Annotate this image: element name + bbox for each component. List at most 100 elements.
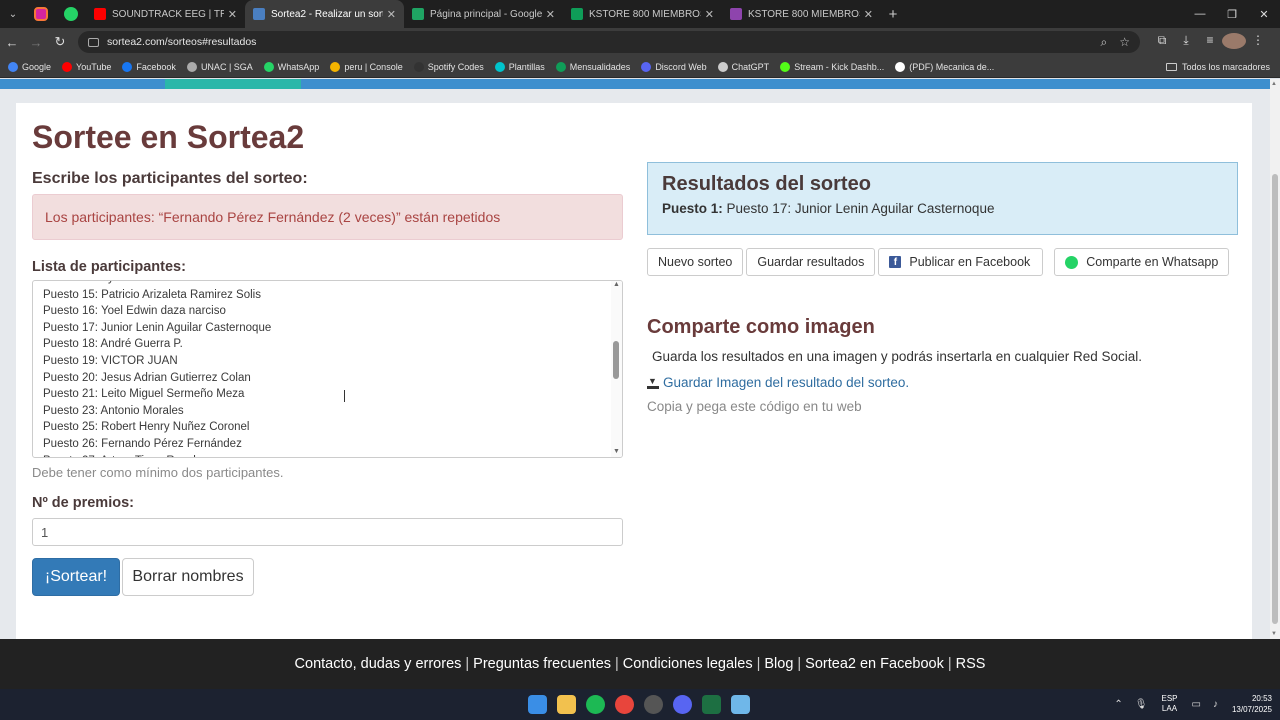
bookmark-label: YouTube [76, 61, 112, 72]
result-winner: Puesto 17: Junior Lenin Aguilar Casterno… [726, 201, 995, 216]
duplicate-alert: Los participantes: “Fernando Pérez Ferná… [32, 194, 623, 240]
spotify-icon[interactable] [586, 695, 605, 714]
bookmark-item[interactable]: Google [8, 61, 51, 72]
profile-avatar[interactable] [1222, 32, 1246, 52]
draw-button[interactable]: ¡Sortear! [32, 558, 120, 596]
notepad-icon[interactable] [731, 695, 750, 714]
footer-separator: | [465, 656, 470, 672]
tab-close-icon[interactable]: ✕ [864, 8, 873, 21]
app-icon[interactable] [644, 695, 663, 714]
address-bar[interactable]: sortea2.com/sorteos#resultados ⌕ ☆ [78, 31, 1140, 53]
network-icon[interactable]: ▭ [1192, 699, 1201, 710]
chrome-icon[interactable] [615, 695, 634, 714]
media-icon[interactable]: ≡ [1198, 33, 1222, 52]
reload-icon[interactable]: ↻ [48, 34, 72, 50]
show-hidden-icon[interactable]: ⌃ [1114, 699, 1122, 710]
new-tab-button[interactable]: + [881, 6, 905, 23]
publish-facebook-label: Publicar en Facebook [909, 255, 1031, 269]
participants-list-label: Lista de participantes: [32, 259, 186, 275]
bookmark-item[interactable]: UNAC | SGA [186, 61, 253, 72]
page-scroll-thumb[interactable] [1272, 174, 1278, 624]
bookmark-item[interactable]: Plantillas [494, 61, 545, 72]
pinned-tab-whatsapp[interactable] [56, 0, 86, 28]
footer-link[interactable]: Preguntas frecuentes [473, 656, 611, 672]
close-window-icon[interactable]: ✕ [1248, 0, 1280, 28]
footer-link[interactable]: Sortea2 en Facebook [805, 656, 944, 672]
file-explorer-icon[interactable] [557, 695, 576, 714]
volume-icon[interactable]: ♪ [1213, 699, 1218, 710]
scroll-down-icon[interactable]: ▼ [613, 448, 620, 455]
clear-names-button[interactable]: Borrar nombres [122, 558, 254, 596]
start-icon[interactable] [528, 695, 547, 714]
page-scroll-up-icon[interactable]: ▲ [1271, 81, 1277, 87]
bookmark-item[interactable]: YouTube [62, 61, 112, 72]
microphone-icon[interactable]: 🎙 [1135, 699, 1148, 710]
page-scroll-down-icon[interactable]: ▼ [1271, 631, 1277, 637]
bookmark-item[interactable]: Facebook [122, 61, 176, 72]
tab-close-icon[interactable]: ✕ [705, 8, 714, 21]
all-bookmarks-label: Todos los marcadores [1181, 61, 1270, 72]
browser-tab[interactable]: KSTORE 800 MIEMBROS ✨ - F ✕ [722, 0, 881, 28]
download-icon[interactable]: ⤓ [1174, 33, 1198, 52]
browser-tab[interactable]: Sortea2 - Realizar un sorteo ✕ [245, 0, 404, 28]
bookmarks-bar: Google YouTube Facebook UNAC | SGA WhatsApp p… [0, 56, 1280, 78]
bookmark-item[interactable]: peru | Console [330, 61, 403, 72]
site-info-icon[interactable] [88, 37, 99, 47]
participant-line: Puesto 23: Antonio Morales [43, 404, 184, 417]
back-icon[interactable]: ← [0, 35, 24, 50]
tab-search-icon[interactable]: ⌄ [0, 0, 26, 28]
browser-tab[interactable]: SOUNDTRACK EEG | TROMPETA ✕ [86, 0, 245, 28]
forward-icon[interactable]: → [24, 35, 48, 50]
extensions-icon[interactable]: ⧉ [1150, 33, 1174, 52]
bookmark-item[interactable]: Mensualidades [555, 61, 630, 72]
excel-icon[interactable] [702, 695, 721, 714]
share-whatsapp-button[interactable]: Comparte en Whatsapp [1054, 248, 1230, 276]
minimize-icon[interactable]: — [1184, 0, 1216, 28]
bookmark-star-icon[interactable]: ☆ [1119, 35, 1130, 49]
footer-separator: | [615, 656, 619, 672]
new-draw-button[interactable]: Nuevo sorteo [647, 248, 744, 276]
participant-line: Puesto 26: Fernando Pérez Fernández [43, 437, 242, 450]
results-title: Resultados del sorteo [662, 173, 871, 195]
footer-separator: | [797, 656, 802, 672]
bookmark-item[interactable]: (PDF) Mecanica de... [895, 61, 994, 72]
page-scrollbar[interactable]: ▲ ▼ [1270, 79, 1280, 639]
tab-close-icon[interactable]: ✕ [387, 8, 396, 21]
discord-icon[interactable] [673, 695, 692, 714]
zoom-icon[interactable]: ⌕ [1101, 35, 1108, 50]
url-text[interactable]: sortea2.com/sorteos#resultados [107, 36, 1089, 48]
pinned-tab-instagram[interactable] [26, 0, 56, 28]
site-nav-bar [0, 79, 1270, 89]
participants-textarea[interactable]: Puesto 14: Ayrton Aldair Alvarez GradosP… [32, 280, 623, 458]
bookmark-label: peru | Console [344, 61, 403, 72]
site-nav-active-item[interactable] [165, 79, 301, 89]
footer-link[interactable]: RSS [956, 656, 986, 672]
prizes-input[interactable]: 1 [32, 518, 623, 546]
browser-tab[interactable]: KSTORE 800 MIEMBROS ✨ (re ✕ [563, 0, 722, 28]
bookmark-item[interactable]: WhatsApp [263, 61, 319, 72]
clock[interactable]: 20:53 13/07/2025 [1232, 693, 1272, 715]
textarea-scroll-thumb[interactable] [613, 341, 619, 379]
bookmark-item[interactable]: Stream - Kick Dashb... [780, 61, 884, 72]
language-indicator[interactable]: ESP LAA [1161, 694, 1177, 714]
publish-facebook-button[interactable]: f Publicar en Facebook [878, 248, 1044, 276]
footer-link[interactable]: Contacto, dudas y errores [295, 656, 462, 672]
browser-tab[interactable]: Página principal - Google Drive ✕ [404, 0, 563, 28]
textarea-scrollbar[interactable]: ▲ ▼ [611, 281, 622, 457]
save-image-link[interactable]: Guardar Imagen del resultado del sorteo. [647, 375, 909, 390]
bookmark-item[interactable]: Spotify Codes [413, 61, 484, 72]
scroll-up-icon[interactable]: ▲ [613, 281, 620, 288]
save-results-button[interactable]: Guardar resultados [746, 248, 876, 276]
bookmark-item[interactable]: Discord Web [641, 61, 707, 72]
maximize-icon[interactable]: ❐ [1216, 0, 1248, 28]
all-bookmarks-button[interactable]: Todos los marcadores [1165, 61, 1270, 72]
tab-label: KSTORE 800 MIEMBROS ✨ - F [748, 8, 860, 20]
bookmark-favicon-icon [413, 61, 424, 72]
participants-lines: Puesto 14: Ayrton Aldair Alvarez GradosP… [43, 281, 271, 457]
bookmark-item[interactable]: ChatGPT [717, 61, 769, 72]
tab-close-icon[interactable]: ✕ [546, 8, 555, 21]
menu-icon[interactable]: ⋮ [1246, 33, 1270, 52]
footer-link[interactable]: Condiciones legales [623, 656, 753, 672]
footer-link[interactable]: Blog [764, 656, 793, 672]
tab-close-icon[interactable]: ✕ [228, 8, 237, 21]
